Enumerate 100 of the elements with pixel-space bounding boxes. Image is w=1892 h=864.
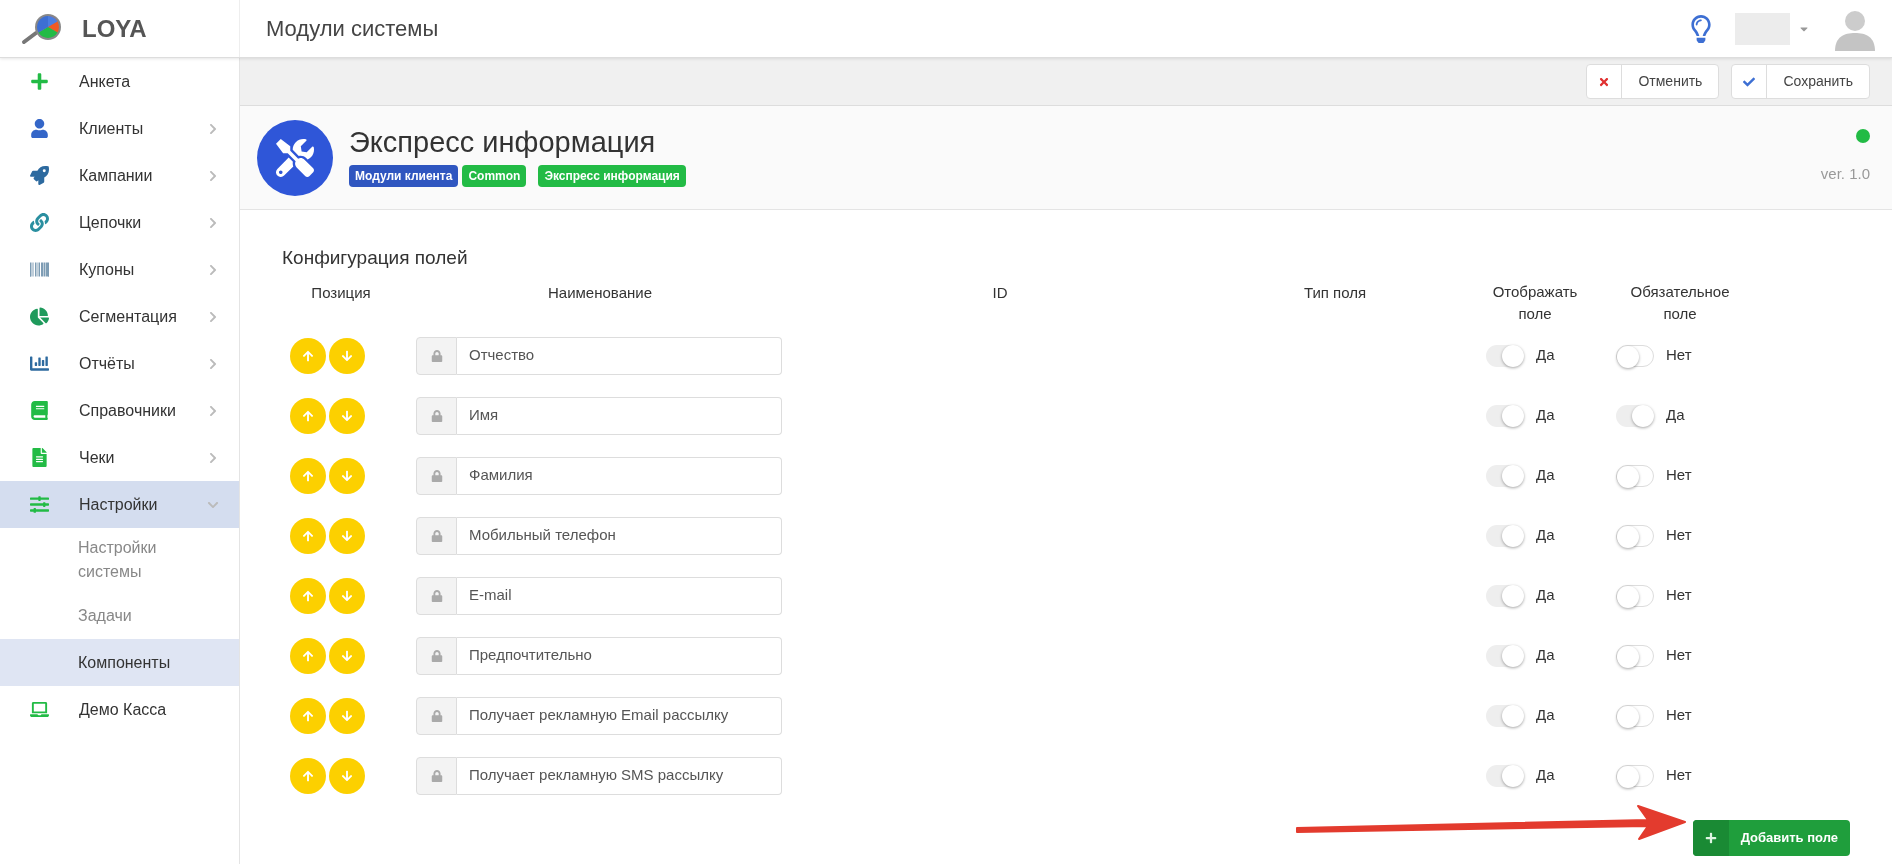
move-down-button[interactable] bbox=[329, 637, 365, 674]
toggle-switch[interactable] bbox=[1616, 344, 1654, 367]
toggle-switch[interactable] bbox=[1616, 524, 1654, 547]
cancel-button[interactable]: Отменить bbox=[1586, 64, 1720, 99]
arrow-up-icon bbox=[302, 469, 314, 482]
move-up-button[interactable] bbox=[290, 577, 326, 614]
toggle-switch[interactable] bbox=[1616, 584, 1654, 607]
arrow-up-icon bbox=[302, 649, 314, 662]
field-name-input[interactable]: Получает рекламную Email рассылку bbox=[457, 696, 782, 735]
move-down-button[interactable] bbox=[329, 757, 365, 794]
sidebar-item[interactable]: Справочники bbox=[0, 387, 239, 434]
field-name-input[interactable]: Имя bbox=[457, 396, 782, 435]
move-up-button[interactable] bbox=[290, 397, 326, 434]
move-up-button[interactable] bbox=[290, 457, 326, 494]
toggle-switch[interactable] bbox=[1486, 404, 1524, 427]
plus-icon bbox=[1704, 831, 1717, 844]
toggle-switch[interactable] bbox=[1616, 704, 1654, 727]
check-icon bbox=[1743, 75, 1756, 88]
lightbulb-icon[interactable] bbox=[1691, 14, 1711, 43]
toggle-switch[interactable] bbox=[1616, 464, 1654, 487]
toggle-switch[interactable] bbox=[1616, 644, 1654, 667]
sidebar-subitem[interactable]: Компоненты bbox=[0, 639, 239, 686]
section-title: Конфигурация полей bbox=[282, 246, 468, 270]
field-name-input[interactable]: Получает рекламную SMS рассылку bbox=[457, 756, 782, 795]
bar-chart-icon bbox=[30, 354, 49, 373]
toggle-label: Да bbox=[1536, 765, 1555, 786]
sidebar-item[interactable]: Настройки bbox=[0, 481, 239, 528]
move-up-button[interactable] bbox=[290, 757, 326, 794]
tag: Модули клиента bbox=[349, 165, 459, 187]
arrow-up-icon bbox=[302, 349, 314, 362]
toggle-switch[interactable] bbox=[1486, 344, 1524, 367]
barcode-icon bbox=[30, 260, 49, 279]
arrow-down-icon bbox=[341, 589, 353, 602]
move-down-button[interactable] bbox=[329, 337, 365, 374]
arrow-down-icon bbox=[341, 349, 353, 362]
toggle-label: Нет bbox=[1666, 705, 1692, 726]
module-title: Экспресс информация bbox=[349, 128, 657, 157]
save-button[interactable]: Сохранить bbox=[1731, 64, 1870, 99]
sidebar-item[interactable]: Анкета bbox=[0, 58, 239, 105]
toggle-switch[interactable] bbox=[1616, 764, 1654, 787]
toggle-switch[interactable] bbox=[1486, 644, 1524, 667]
move-up-button[interactable] bbox=[290, 637, 326, 674]
lock-icon bbox=[430, 349, 443, 362]
sidebar-subitem[interactable]: Задачи bbox=[0, 592, 239, 639]
arrow-down-icon bbox=[341, 709, 353, 722]
toggle-label: Нет bbox=[1666, 465, 1692, 486]
link-icon bbox=[30, 213, 49, 232]
lock-icon bbox=[430, 469, 443, 482]
arrow-down-icon bbox=[341, 769, 353, 782]
move-down-button[interactable] bbox=[329, 697, 365, 734]
book-icon bbox=[30, 401, 49, 420]
toggle-switch[interactable] bbox=[1486, 764, 1524, 787]
sidebar-item[interactable]: Демо Касса bbox=[0, 686, 239, 733]
field-name-input[interactable]: Предпочтительно bbox=[457, 636, 782, 675]
lock-icon bbox=[430, 769, 443, 782]
move-up-button[interactable] bbox=[290, 337, 326, 374]
sidebar-item[interactable]: Чеки bbox=[0, 434, 239, 481]
sidebar-item[interactable]: Сегментация bbox=[0, 293, 239, 340]
document-icon bbox=[30, 448, 49, 467]
toggle-label: Да bbox=[1536, 585, 1555, 606]
arrow-up-icon bbox=[302, 709, 314, 722]
column-header: Наименование bbox=[548, 282, 652, 303]
toggle-switch[interactable] bbox=[1616, 404, 1654, 427]
sidebar-subitem[interactable]: Настройки системы bbox=[0, 528, 239, 592]
lock-icon bbox=[430, 589, 443, 602]
lock-icon bbox=[430, 409, 443, 422]
sidebar-item[interactable]: Кампании bbox=[0, 152, 239, 199]
arrow-down-icon bbox=[341, 529, 353, 542]
toggle-label: Нет bbox=[1666, 645, 1692, 666]
plus-icon bbox=[30, 72, 49, 91]
arrow-down-icon bbox=[341, 649, 353, 662]
toggle-switch[interactable] bbox=[1486, 584, 1524, 607]
toggle-switch[interactable] bbox=[1486, 464, 1524, 487]
toggle-label: Да bbox=[1536, 525, 1555, 546]
field-name-input[interactable]: Отчество bbox=[457, 336, 782, 375]
field-name-input[interactable]: Фамилия bbox=[457, 456, 782, 495]
sidebar-item[interactable]: Отчёты bbox=[0, 340, 239, 387]
toggle-switch[interactable] bbox=[1486, 524, 1524, 547]
sidebar-item[interactable]: Купоны bbox=[0, 246, 239, 293]
move-up-button[interactable] bbox=[290, 517, 326, 554]
move-down-button[interactable] bbox=[329, 397, 365, 434]
field-name-input[interactable]: Мобильный телефон bbox=[457, 516, 782, 555]
toggle-label: Нет bbox=[1666, 525, 1692, 546]
sidebar-item[interactable]: Цепочки bbox=[0, 199, 239, 246]
move-down-button[interactable] bbox=[329, 457, 365, 494]
column-header: Позиция bbox=[311, 282, 371, 303]
toggle-label: Нет bbox=[1666, 585, 1692, 606]
move-up-button[interactable] bbox=[290, 697, 326, 734]
arrow-up-icon bbox=[302, 409, 314, 422]
arrow-up-icon bbox=[302, 769, 314, 782]
move-down-button[interactable] bbox=[329, 577, 365, 614]
toggle-switch[interactable] bbox=[1486, 704, 1524, 727]
pie-chart-icon bbox=[30, 307, 49, 326]
version-text: ver. 1.0 bbox=[1820, 164, 1870, 185]
move-down-button[interactable] bbox=[329, 517, 365, 554]
field-name-input[interactable]: E-mail bbox=[457, 576, 782, 615]
column-header: Обязательное поле bbox=[1629, 281, 1731, 324]
sidebar-item[interactable]: Клиенты bbox=[0, 105, 239, 152]
user-icon bbox=[30, 119, 49, 138]
toggle-label: Да bbox=[1666, 405, 1685, 426]
